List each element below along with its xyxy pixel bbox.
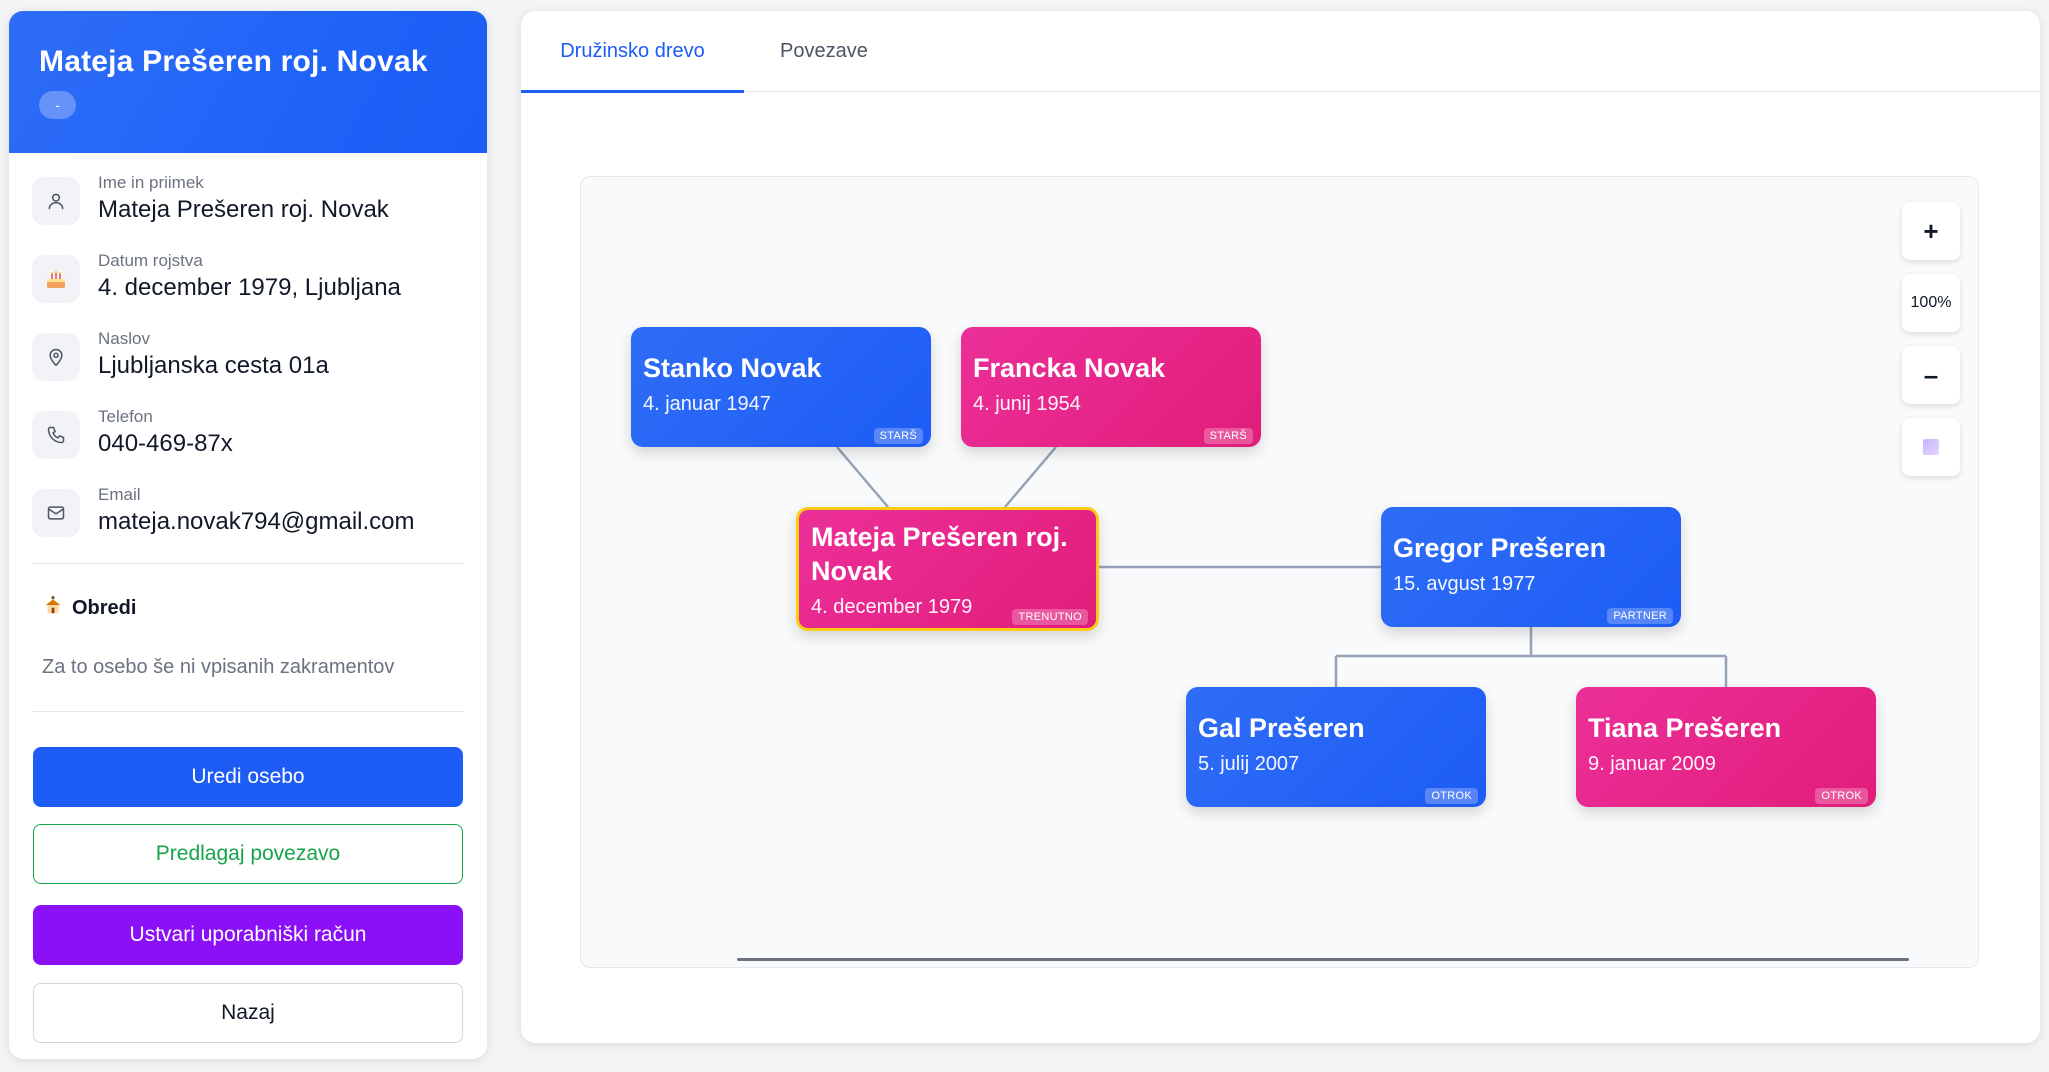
node-role-badge: TRENUTNO [1012,609,1088,625]
tab-connections[interactable]: Povezave [744,11,904,92]
rites-empty-text: Za to osebo še ni vpisanih zakramentov [42,656,395,678]
tab-family-tree[interactable]: Družinsko drevo [521,11,744,93]
node-name: Francka Novak [973,353,1166,383]
node-role-badge: STARŠ [1203,428,1253,444]
rites-heading: Obredi [9,564,487,622]
info-label: Email [98,485,141,504]
profile-header: Mateja Prešeren roj. Novak - [9,11,487,153]
info-label: Telefon [98,407,153,426]
tree-node-mateja-current[interactable]: Mateja Prešeren roj. Novak 4. december 1… [796,507,1099,631]
zoom-level: 100% [1910,294,1952,311]
info-row-phone: Telefon 040-469-87x [32,407,464,485]
birthday-cake-icon [32,255,80,303]
tree-node-gregor[interactable]: Gregor Prešeren 15. avgust 1977 PARTNER [1381,507,1681,627]
node-role-badge: OTROK [1815,788,1868,804]
profile-card: Mateja Prešeren roj. Novak - Ime in prii… [9,11,487,1059]
zoom-in-button[interactable]: + [1902,202,1960,260]
info-value: Mateja Prešeren roj. Novak [98,196,389,223]
zoom-out-button[interactable]: – [1902,346,1960,404]
info-row-address: Naslov Ljubljanska cesta 01a [32,329,464,407]
tree-connectors [836,446,1728,687]
suggest-connection-button[interactable]: Predlagaj povezavo [33,824,463,884]
info-value: Ljubljanska cesta 01a [98,352,329,379]
connector-francka-mateja [1004,446,1057,508]
info-label: Naslov [98,329,150,348]
profile-name: Mateja Prešeren roj. Novak [39,45,428,78]
family-tree-canvas[interactable]: Stanko Novak 4. januar 1947 STARŠ Franck… [580,176,1979,968]
reset-view-icon [1923,439,1939,455]
rites-title: Obredi [72,596,137,619]
node-date: 15. avgust 1977 [1393,573,1536,595]
node-name: Stanko Novak [643,353,822,383]
info-value: 040-469-87x [98,430,233,457]
horizontal-scrollbar[interactable] [737,958,1909,961]
node-date: 4. junij 1954 [973,393,1081,415]
church-icon [42,594,64,622]
node-role-badge: STARŠ [873,428,923,444]
main-panel: Družinsko drevo Povezave Stanko Novak 4.… [521,11,2040,1043]
location-pin-icon [32,333,80,381]
node-name: Tiana Prešeren [1588,713,1782,743]
phone-icon [32,411,80,459]
node-date: 4. januar 1947 [643,393,771,415]
node-date: 9. januar 2009 [1588,753,1716,775]
node-name: Gregor Prešeren [1393,533,1607,563]
info-value: mateja.novak794@gmail.com [98,508,415,535]
node-role-badge: PARTNER [1607,608,1673,624]
node-name: Mateja Prešeren roj. Novak [811,522,1068,586]
info-value: 4. december 1979, Ljubljana [98,274,401,301]
divider [32,711,464,712]
create-account-button[interactable]: Ustvari uporabniški račun [33,905,463,965]
tree-node-francka[interactable]: Francka Novak 4. junij 1954 STARŠ [961,327,1261,447]
reset-view-button[interactable] [1902,418,1960,476]
info-row-email: Email mateja.novak794@gmail.com [32,485,464,563]
back-button[interactable]: Nazaj [33,983,463,1043]
tree-node-gal[interactable]: Gal Prešeren 5. julij 2007 OTROK [1186,687,1486,807]
mail-icon [32,489,80,537]
connector-stanko-mateja [836,446,889,508]
tree-node-stanko[interactable]: Stanko Novak 4. januar 1947 STARŠ [631,327,931,447]
node-name: Gal Prešeren [1198,713,1365,743]
info-row-name: Ime in priimek Mateja Prešeren roj. Nova… [32,173,464,251]
tab-bar: Družinsko drevo Povezave [521,11,2040,93]
info-label: Datum rojstva [98,251,203,270]
profile-info-list: Ime in priimek Mateja Prešeren roj. Nova… [9,153,487,563]
profile-status-badge: - [39,91,76,119]
zoom-level-display: 100% [1902,274,1960,332]
node-date: 5. julij 2007 [1198,753,1300,775]
node-role-badge: OTROK [1425,788,1478,804]
info-row-birth: Datum rojstva 4. december 1979, Ljubljan… [32,251,464,329]
user-icon [32,177,80,225]
edit-person-button[interactable]: Uredi osebo [33,747,463,807]
tree-node-tiana[interactable]: Tiana Prešeren 9. januar 2009 OTROK [1576,687,1876,807]
info-label: Ime in priimek [98,173,204,192]
